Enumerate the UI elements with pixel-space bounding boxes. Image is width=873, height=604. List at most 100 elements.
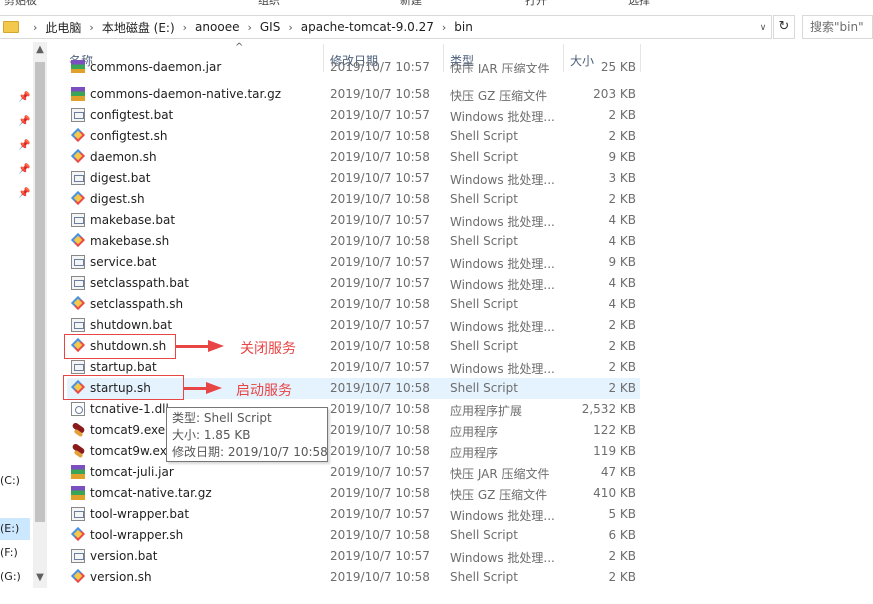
address-history-dropdown-icon[interactable]: ∨ (756, 19, 770, 37)
file-size: 4 KB (608, 234, 636, 248)
file-size: 410 KB (593, 486, 636, 500)
file-size: 2 KB (608, 108, 636, 122)
nav-drive-f[interactable]: (F:) (0, 542, 30, 564)
table-row[interactable]: digest.bat 2019/10/7 10:57 Windows 批处理... 3… (67, 168, 640, 189)
ribbon-label-open: 打开 (525, 0, 547, 7)
file-modified: 2019/10/7 10:58 (330, 402, 430, 416)
file-name: digest.sh (90, 192, 145, 206)
ribbon-label-organize: 组织 (258, 0, 280, 7)
table-row[interactable]: configtest.sh 2019/10/7 10:58 Shell Script… (67, 126, 640, 147)
file-name: tomcat9w.exe (90, 444, 174, 458)
address-bar[interactable]: › 此电脑 › 本地磁盘 (E:) › anooee › GIS › apach… (0, 15, 772, 39)
scroll-down-icon[interactable]: ▼ (33, 572, 47, 583)
table-row[interactable]: tomcat-juli.jar 2019/10/7 10:57 快压 JAR 压缩文… (67, 462, 640, 483)
file-type: Shell Script (450, 129, 518, 143)
table-row[interactable]: configtest.bat 2019/10/7 10:57 Windows 批处理… (67, 105, 640, 126)
table-row[interactable]: commons-daemon.jar 2019/10/7 10:57 快压 JAR … (67, 57, 640, 73)
ribbon-label-new: 新建 (400, 0, 422, 7)
file-size: 25 KB (600, 60, 636, 73)
table-row[interactable]: tomcat9.exe 2019/10/7 10:58 应用程序 122 KB (67, 420, 640, 441)
pin-icon[interactable]: 📌 (18, 140, 30, 151)
file-tooltip: 类型: Shell Script 大小: 1.85 KB 修改日期: 2019/… (166, 407, 328, 462)
file-name: daemon.sh (90, 150, 157, 164)
breadcrumb-separator[interactable]: › (247, 21, 251, 34)
file-name: tool-wrapper.bat (90, 507, 190, 521)
file-name: makebase.bat (90, 213, 176, 227)
file-modified: 2019/10/7 10:57 (330, 171, 430, 185)
file-type: Shell Script (450, 339, 518, 353)
table-row[interactable]: daemon.sh 2019/10/7 10:58 Shell Script 9 KB (67, 147, 640, 168)
file-modified: 2019/10/7 10:58 (330, 444, 430, 458)
file-size: 2 KB (608, 339, 636, 353)
pin-icon[interactable]: 📌 (18, 164, 30, 175)
archive-icon (71, 465, 85, 479)
nav-drive-g[interactable]: (G:) (0, 566, 30, 588)
nav-drive-c[interactable]: (C:) (0, 470, 30, 492)
table-row[interactable]: tool-wrapper.bat 2019/10/7 10:57 Windows 批… (67, 504, 640, 525)
file-modified: 2019/10/7 10:57 (330, 255, 430, 269)
file-type: Shell Script (450, 381, 518, 395)
breadcrumb-tomcat[interactable]: apache-tomcat-9.0.27 (301, 20, 434, 34)
file-name: configtest.sh (90, 129, 168, 143)
breadcrumb-drive-e[interactable]: 本地磁盘 (E:) (102, 19, 175, 36)
table-row[interactable]: makebase.bat 2019/10/7 10:57 Windows 批处理..… (67, 210, 640, 231)
batch-file-icon (71, 276, 85, 290)
table-row[interactable]: setclasspath.bat 2019/10/7 10:57 Windows 批… (67, 273, 640, 294)
table-row[interactable]: shutdown.bat 2019/10/7 10:57 Windows 批处理..… (67, 315, 640, 336)
file-type: Shell Script (450, 192, 518, 206)
file-name: setclasspath.sh (90, 297, 184, 311)
table-row[interactable]: tool-wrapper.sh 2019/10/7 10:58 Shell Scri… (67, 525, 640, 546)
search-input[interactable]: 搜索"bin" (802, 15, 873, 39)
annotation-highlight-shutdown (64, 334, 176, 359)
file-size: 5 KB (608, 507, 636, 521)
breadcrumb: › 此电脑 › 本地磁盘 (E:) › anooee › GIS › apach… (25, 19, 473, 36)
table-row[interactable]: service.bat 2019/10/7 10:57 Windows 批处理...… (67, 252, 640, 273)
file-size: 2 KB (608, 570, 636, 584)
file-name: tool-wrapper.sh (90, 528, 184, 542)
pin-icon[interactable]: 📌 (18, 116, 30, 127)
breadcrumb-gis[interactable]: GIS (260, 20, 280, 34)
file-modified: 2019/10/7 10:57 (330, 213, 430, 227)
file-type: Windows 批处理... (450, 110, 555, 124)
file-type: 快压 GZ 压缩文件 (450, 488, 548, 502)
ribbon-label-select: 选择 (628, 0, 650, 7)
table-row[interactable]: commons-daemon-native.tar.gz 2019/10/7 10… (67, 84, 640, 105)
breadcrumb-this-pc[interactable]: 此电脑 (45, 19, 81, 36)
breadcrumb-separator[interactable]: › (183, 21, 187, 34)
table-row[interactable]: version.bat 2019/10/7 10:57 Windows 批处理...… (67, 546, 640, 567)
file-modified: 2019/10/7 10:58 (330, 87, 430, 101)
file-size: 2 KB (608, 549, 636, 563)
pin-icon[interactable]: 📌 (18, 92, 30, 103)
file-size: 2 KB (608, 192, 636, 206)
nav-scrollbar[interactable]: ▲ ▼ (33, 42, 47, 588)
file-name: tomcat-juli.jar (90, 465, 174, 479)
table-row[interactable]: tomcat-native.tar.gz 2019/10/7 10:58 快压 GZ… (67, 483, 640, 504)
file-modified: 2019/10/7 10:57 (330, 108, 430, 122)
file-modified: 2019/10/7 10:58 (330, 192, 430, 206)
file-name: commons-daemon.jar (90, 60, 222, 73)
table-row[interactable]: tcnative-1.dll 2019/10/7 10:58 应用程序扩展 2,532… (67, 399, 640, 420)
breadcrumb-separator[interactable]: › (288, 21, 292, 34)
scroll-up-icon[interactable]: ▲ (33, 44, 47, 55)
table-row[interactable]: version.sh 2019/10/7 10:58 Shell Script 2 K… (67, 567, 640, 588)
file-name: digest.bat (90, 171, 151, 185)
pin-icon[interactable]: 📌 (18, 188, 30, 199)
file-type: Windows 批处理... (450, 257, 555, 271)
scrollbar-thumb[interactable] (35, 62, 45, 522)
file-name: version.sh (90, 570, 152, 584)
breadcrumb-bin[interactable]: bin (454, 20, 473, 34)
table-row[interactable]: digest.sh 2019/10/7 10:58 Shell Script 2 KB (67, 189, 640, 210)
table-row[interactable]: setclasspath.sh 2019/10/7 10:58 Shell Scri… (67, 294, 640, 315)
breadcrumb-separator[interactable]: › (89, 21, 93, 34)
table-row[interactable]: makebase.sh 2019/10/7 10:58 Shell Script 4 … (67, 231, 640, 252)
batch-file-icon (71, 108, 85, 122)
breadcrumb-anooee[interactable]: anooee (195, 20, 239, 34)
batch-file-icon (71, 360, 85, 374)
column-divider[interactable] (640, 44, 641, 72)
table-row[interactable]: tomcat9w.exe 2019/10/7 10:58 应用程序 119 KB (67, 441, 640, 462)
file-type: 快压 JAR 压缩文件 (450, 467, 550, 481)
breadcrumb-separator[interactable]: › (33, 21, 37, 34)
breadcrumb-separator[interactable]: › (442, 21, 446, 34)
refresh-icon[interactable]: ↻ (773, 15, 795, 39)
nav-drive-e[interactable]: (E:) (0, 518, 30, 540)
